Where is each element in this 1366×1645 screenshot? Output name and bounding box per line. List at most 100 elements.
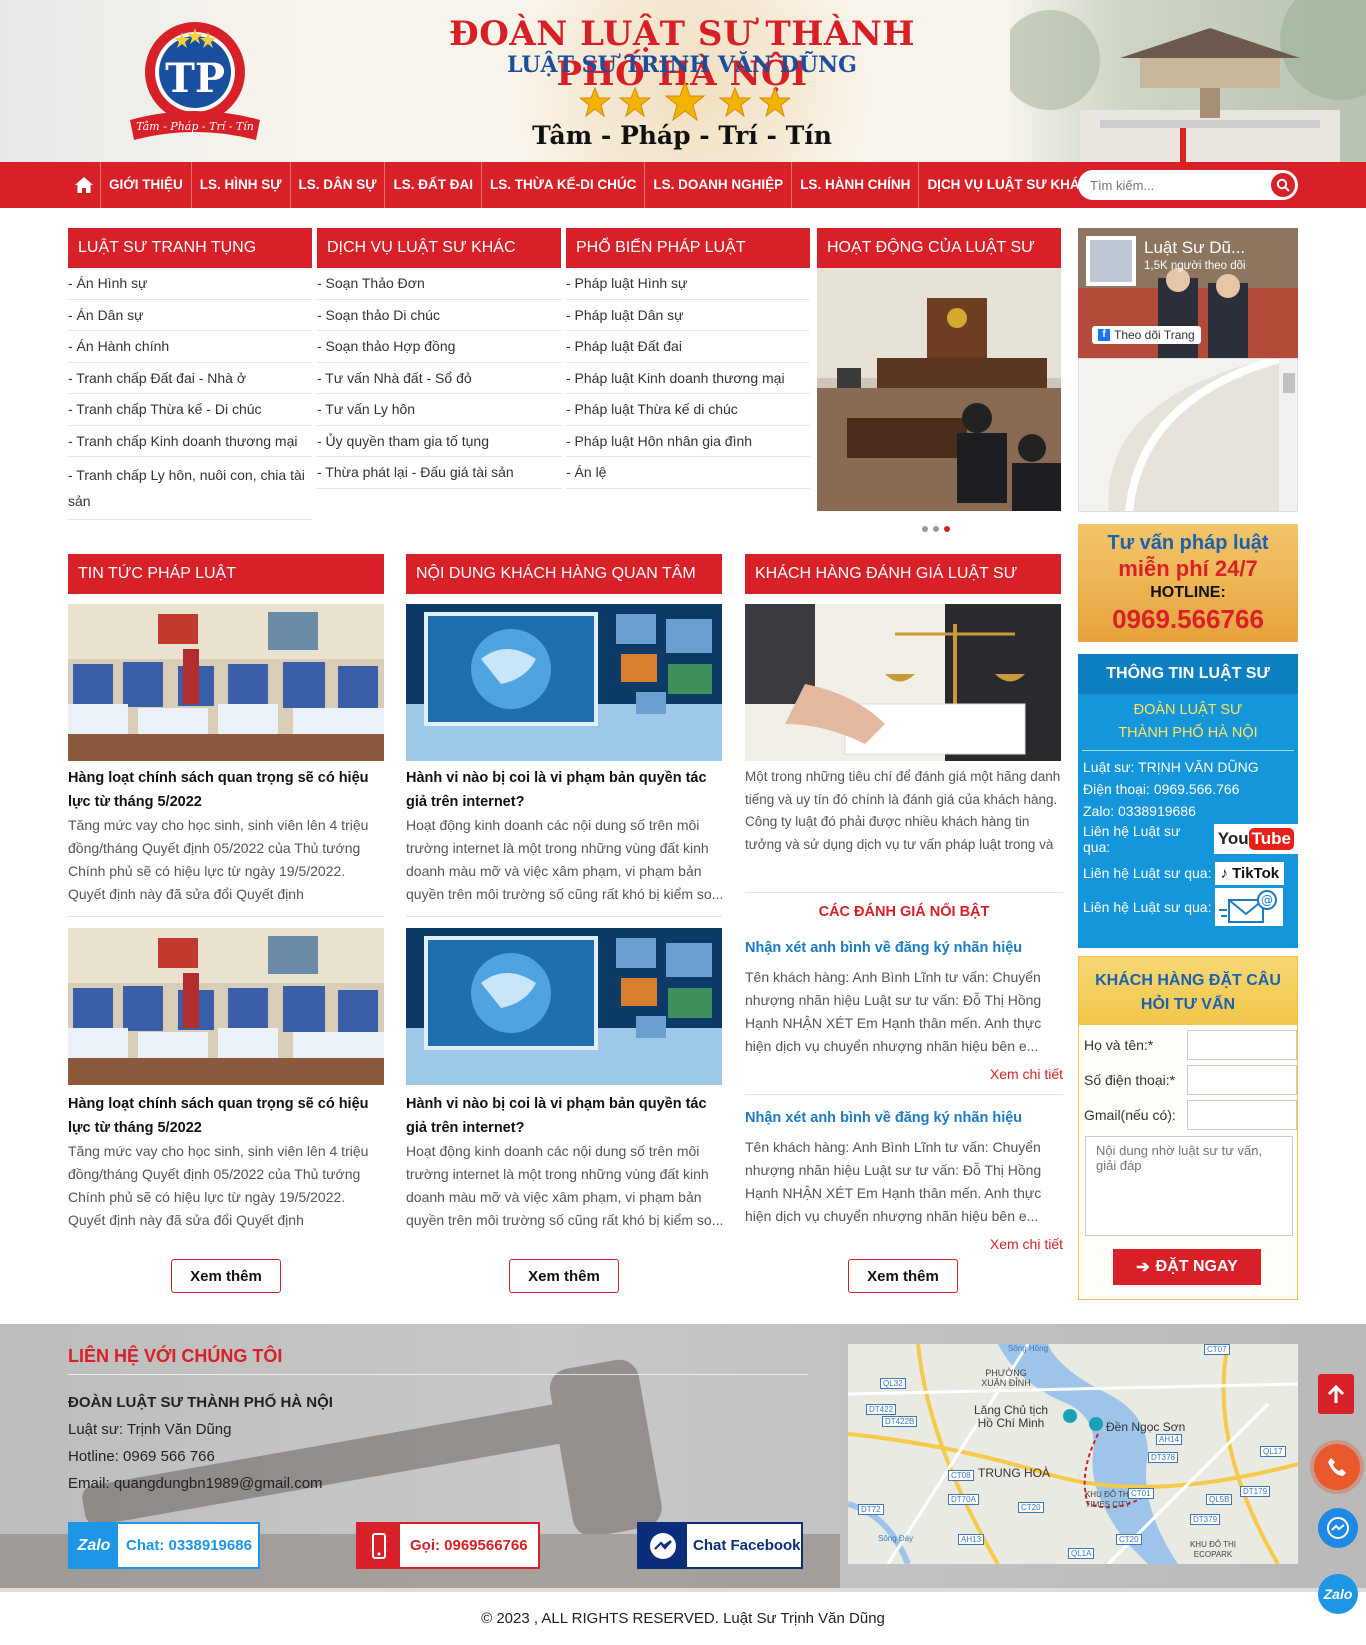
zalo-float-icon[interactable]: Zalo [1318,1574,1358,1614]
digital-copyright-image[interactable] [406,928,722,1085]
list-item[interactable]: - Soạn Thảo Đơn [317,268,561,300]
see-more-button[interactable]: Xem thêm [509,1259,619,1293]
news-title[interactable]: Hành vi nào bị coi là vi phạm bản quyền … [406,1092,724,1140]
google-map[interactable]: PHƯỜNG XUÂN ĐỈNH Lăng Chủ tịch Hồ Chí Mi… [848,1344,1298,1564]
col-head-pho-bien[interactable]: PHỔ BIẾN PHÁP LUẬT [566,228,810,268]
email-input[interactable] [1187,1099,1297,1130]
road-badge: DT70A [948,1494,979,1505]
contact-email[interactable]: Liên hệ Luật sư qua: @ [1078,888,1298,926]
nav-hanh-chinh[interactable]: LS. HÀNH CHÍNH [791,162,918,208]
phone-call-float-icon[interactable] [1314,1444,1360,1490]
list-item[interactable]: - Tranh chấp Ly hôn, nuôi con, chia tài … [68,457,312,520]
phone-input[interactable] [1187,1064,1297,1095]
nav-thua-ke[interactable]: LS. THỪA KẾ-DI CHÚC [480,162,644,208]
see-more-button[interactable]: Xem thêm [171,1259,281,1293]
list-item[interactable]: - Soạn thảo Hợp đồng [317,331,561,363]
list-item[interactable]: - Án lệ [566,457,810,489]
list-item[interactable]: - Ủy quyền tham gia tố tụng [317,426,561,457]
list-item[interactable]: - Án Dân sự [68,300,312,331]
list-item[interactable]: - Tranh chấp Kinh doanh thương mại [68,426,312,457]
footer-email[interactable]: Email: quangdungbn1989@gmail.com [68,1475,323,1492]
review-title[interactable]: Nhận xét anh bình về đăng ký nhãn hiệu [745,1110,1063,1126]
see-more-button[interactable]: Xem thêm [848,1259,958,1293]
review-excerpt: Tên khách hàng: Anh Bình Lĩnh tư vấn: Ch… [745,969,1042,1054]
list-item[interactable]: - Pháp luật Kinh doanh thương mại [566,363,810,394]
info-zalo[interactable]: Zalo: 0338919686 [1078,800,1298,822]
list-dich-vu: - Soạn Thảo Đơn - Soạn thảo Di chúc - So… [317,268,561,489]
content-textarea[interactable] [1085,1136,1293,1236]
fb-page-name[interactable]: Luật Sư Dũ... [1144,238,1245,258]
slider-dot-active[interactable] [944,526,950,532]
nav-gioi-thieu[interactable]: GIỚI THIỆU [100,162,191,208]
footer-hotline[interactable]: Hotline: 0969 566 766 [68,1448,215,1465]
youtube-icon[interactable]: You Tube [1213,824,1298,854]
section-head-danh-gia[interactable]: KHÁCH HÀNG ĐÁNH GIÁ LUẬT SƯ [745,554,1061,594]
review-title[interactable]: Nhận xét anh bình về đăng ký nhãn hiệu [745,940,1063,956]
nav-dich-vu-khac[interactable]: DỊCH VỤ LUẬT SƯ KHÁC [918,162,1097,208]
facebook-chat-button[interactable]: Chat Facebook [637,1522,803,1569]
col-head-tranh-tung[interactable]: LUẬT SƯ TRANH TỤNG [68,228,312,268]
fb-follow-button[interactable]: f Theo dõi Trang [1092,326,1201,344]
list-item[interactable]: - Tranh chấp Đất đai - Nhà ở [68,363,312,394]
home-icon[interactable] [68,162,100,208]
slider-dot[interactable] [933,526,939,532]
courtroom-slider-image[interactable] [817,268,1061,511]
classroom-news-image[interactable] [68,928,384,1085]
nav-hinh-su[interactable]: LS. HÌNH SỰ [190,162,290,208]
search-icon[interactable] [1271,173,1295,197]
nav-dat-dai[interactable]: LS. ĐẤT ĐAI [384,162,481,208]
list-item[interactable]: - Pháp luật Hôn nhân gia đình [566,426,810,457]
messenger-float-icon[interactable] [1318,1508,1358,1548]
contact-youtube[interactable]: Liên hệ Luật sư qua: You Tube [1078,822,1298,856]
list-item[interactable]: - Tranh chấp Thừa kế - Di chúc [68,394,312,426]
promo-hotline[interactable]: 0969.566766 [1078,604,1298,635]
col-head-dich-vu[interactable]: DỊCH VỤ LUẬT SƯ KHÁC [317,228,561,268]
section-head-tin-tuc[interactable]: TIN TỨC PHÁP LUẬT [68,554,384,594]
facebook-page-widget[interactable]: Luật Sư Dũ... 1,5K người theo dõi f Theo… [1078,228,1298,358]
road-badge: CT08 [948,1470,974,1481]
call-button[interactable]: Gọi: 0969566766 [356,1522,540,1569]
review-detail-link[interactable]: Xem chi tiết [945,1066,1063,1082]
list-item[interactable]: - Pháp luật Thừa kế di chúc [566,394,810,426]
info-phone[interactable]: Điện thoại: 0969.566.766 [1078,778,1298,800]
list-item[interactable]: - Tư vấn Ly hôn [317,394,561,426]
map-label: Lăng Chủ tịch Hồ Chí Minh [973,1403,1049,1430]
tiktok-icon[interactable]: ♪ TikTok [1215,861,1285,885]
news-title[interactable]: Hàng loạt chính sách quan trọng sẽ có hi… [68,766,386,814]
list-item[interactable]: - Soạn thảo Di chúc [317,300,561,331]
zalo-chat-button[interactable]: Zalo Chat: 0338919686 [68,1522,260,1569]
col-head-hoat-dong[interactable]: HOẠT ĐỘNG CỦA LUẬT SƯ [817,228,1061,268]
list-item[interactable]: - Án Hình sự [68,268,312,300]
digital-copyright-image[interactable] [406,604,722,761]
featured-reviews-heading: CÁC ĐÁNH GIÁ NỔI BẬT [818,904,990,920]
justice-scale-image[interactable] [745,604,1061,761]
email-icon[interactable]: @ [1215,888,1284,926]
submit-button[interactable]: ➔ ĐẶT NGAY [1113,1249,1261,1285]
name-input[interactable] [1187,1029,1297,1060]
road-badge: QL1A [1068,1548,1095,1559]
list-item[interactable]: - Pháp luật Dân sự [566,300,810,331]
list-item[interactable]: - Pháp luật Hình sự [566,268,810,300]
list-item[interactable]: - Án Hành chính [68,331,312,363]
site-logo[interactable]: TP Tâm - Pháp - Trí - Tín [120,12,270,152]
list-item[interactable]: - Pháp luật Đất đai [566,331,810,363]
road-badge: QL17 [1260,1446,1286,1457]
list-item[interactable]: - Tư vấn Nhà đất - Sổ đỏ [317,363,561,394]
contact-tiktok[interactable]: Liên hệ Luật sư qua: ♪ TikTok [1078,856,1298,890]
search-input[interactable] [1078,177,1258,193]
review-detail-link[interactable]: Xem chi tiết [945,1236,1063,1252]
nav-doanh-nghiep[interactable]: LS. DOANH NGHIỆP [644,162,791,208]
scroll-top-icon[interactable] [1318,1374,1354,1414]
news-title[interactable]: Hành vi nào bị coi là vi phạm bản quyền … [406,766,724,814]
nav-dan-su[interactable]: LS. DÂN SỰ [289,162,385,208]
free-consult-promo[interactable]: Tư vấn pháp luật miễn phí 24/7 HOTLINE: … [1078,524,1298,642]
facebook-feed-frame[interactable] [1078,358,1298,512]
classroom-news-image[interactable] [68,604,384,761]
section-head-noi-dung[interactable]: NỘI DUNG KHÁCH HÀNG QUAN TÂM [406,554,722,594]
question-form-title: KHÁCH HÀNG ĐẶT CÂU HỎI TƯ VẤN [1079,957,1297,1025]
news-title[interactable]: Hàng loạt chính sách quan trọng sẽ có hi… [68,1092,386,1140]
slider-dot[interactable] [922,526,928,532]
list-item[interactable]: - Thừa phát lại - Đấu giá tài sản [317,457,561,489]
site-slogan: Tâm - Pháp - Trí - Tín [532,121,832,150]
promo-line-2: miễn phí 24/7 [1118,556,1258,581]
